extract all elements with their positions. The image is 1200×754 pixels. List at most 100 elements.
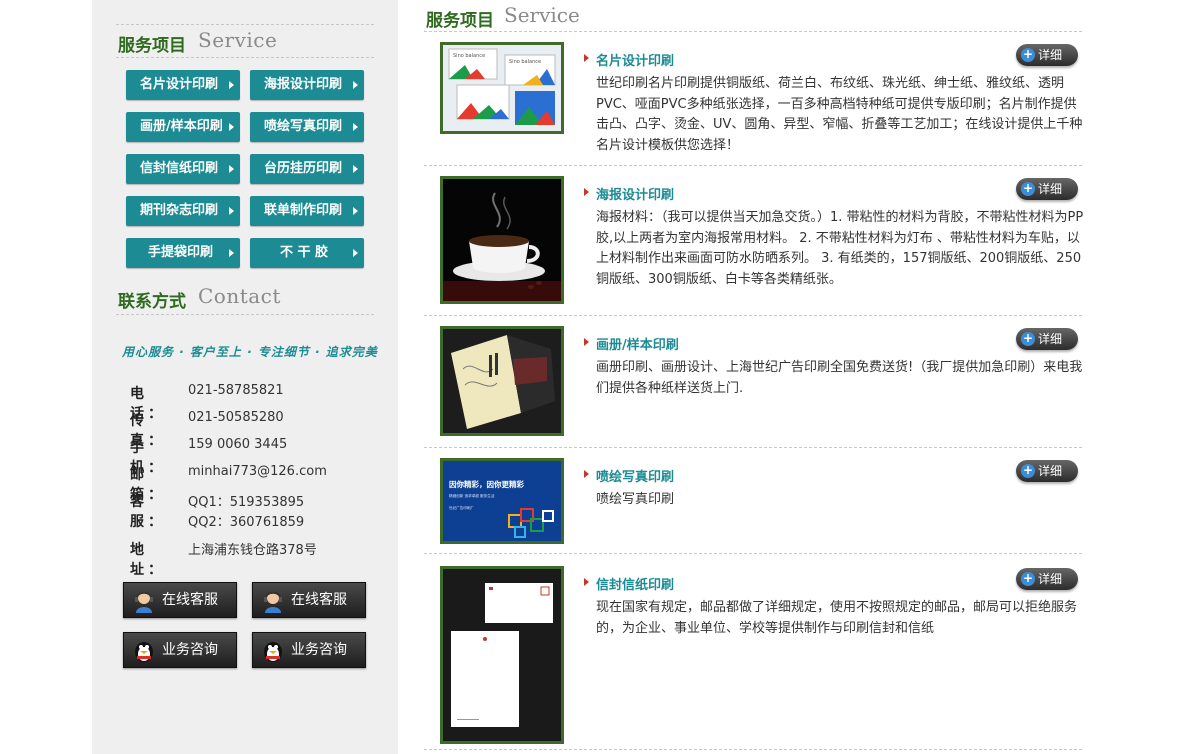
banner-subtext: 精细创新 追求卓越 服务生活	[449, 493, 495, 498]
envelope-thumbnail[interactable]	[440, 566, 564, 744]
plus-icon: +	[1021, 571, 1035, 586]
arrow-right-icon	[353, 207, 358, 215]
item-title[interactable]: 海报设计印刷	[583, 184, 674, 203]
main-content: 服务项目 Service Sino balance Sino balance 名…	[424, 0, 1084, 754]
online-service-button[interactable]: 在线客服	[123, 582, 237, 618]
service-button-label: 海报设计印刷	[264, 77, 343, 92]
inkjet-banner-image: 因你精彩，因你更精彩 精细创新 追求卓越 服务生活 世纪广告印刷厂	[443, 461, 561, 541]
contact-heading: 联系方式 Contact	[116, 281, 374, 315]
contact-label: 客 服：	[130, 494, 166, 530]
qq-penguin-icon	[135, 642, 153, 662]
item-title[interactable]: 画册/样本印刷	[584, 334, 679, 353]
detail-button[interactable]: + 详细	[1016, 178, 1078, 200]
contact-qq2: QQ2：360761859	[188, 515, 305, 530]
customer-service-icon	[135, 591, 153, 613]
service-button-label: 名片设计印刷	[140, 77, 219, 92]
contact-phone: 021-58785821	[188, 383, 284, 398]
business-consult-label: 业务咨询	[291, 642, 347, 658]
arrow-right-icon	[229, 165, 234, 173]
service-button-label: 不 干 胶	[280, 245, 329, 260]
detail-label: 详细	[1038, 332, 1063, 346]
business-card-thumbnail[interactable]: Sino balance Sino balance	[440, 42, 564, 134]
qq-penguin-icon	[264, 642, 282, 662]
service-button-label: 手提袋印刷	[148, 245, 214, 260]
arrow-right-icon	[353, 123, 358, 131]
service-button-forms[interactable]: 联单制作印刷	[250, 196, 364, 226]
arrow-right-icon	[353, 165, 358, 173]
service-item-brochure: 画册/样本印刷 + 详细 画册印刷、画册设计、上海世纪广告印刷全国免费送货!（我厂…	[424, 316, 1082, 448]
page: 服务项目 Service 名片设计印刷 海报设计印刷 画册/样本印刷 喷绘写真印…	[0, 0, 1200, 754]
arrow-right-icon	[353, 81, 358, 89]
slogan: 用心服务 · 客户至上 · 专注细节 · 追求完美	[122, 345, 378, 359]
contact-label: 地 址：	[130, 542, 166, 578]
contact-email[interactable]: minhai773@126.com	[188, 464, 327, 479]
main-heading-en: Service	[504, 3, 580, 27]
service-button-magazine[interactable]: 期刊杂志印刷	[126, 196, 240, 226]
services-heading-en: Service	[198, 28, 278, 52]
detail-label: 详细	[1038, 48, 1063, 62]
service-button-inkjet[interactable]: 喷绘写真印刷	[250, 112, 364, 142]
arrow-right-icon	[353, 249, 358, 257]
banner-subtext: 世纪广告印刷厂	[449, 505, 475, 510]
service-button-label: 喷绘写真印刷	[264, 119, 343, 134]
item-title[interactable]: 信封信纸印刷	[583, 574, 674, 593]
contact-fax: 021-50585280	[188, 410, 284, 425]
contact-mobile: 159 0060 3445	[188, 437, 288, 452]
brochure-image	[443, 329, 561, 433]
brochure-thumbnail[interactable]	[440, 326, 564, 436]
service-button-label: 信封信纸印刷	[140, 161, 219, 176]
banner-text: 因你精彩，因你更精彩	[449, 479, 524, 489]
detail-button[interactable]: + 详细	[1016, 328, 1078, 350]
detail-button[interactable]: + 详细	[1016, 44, 1078, 66]
detail-button[interactable]: + 详细	[1016, 460, 1078, 482]
contact-heading-en: Contact	[198, 284, 281, 308]
arrow-right-icon	[229, 123, 234, 131]
poster-thumbnail[interactable]	[440, 176, 564, 304]
item-description: 现在国家有规定，邮品都做了详细规定，使用不按照规定的邮品，邮局可以拒绝服务的，为…	[596, 600, 1078, 636]
service-item-business-card: Sino balance Sino balance 名片设计印刷 + 详细 世纪印…	[424, 32, 1082, 166]
service-button-handbag[interactable]: 手提袋印刷	[126, 238, 240, 268]
item-title[interactable]: 喷绘写真印刷	[583, 466, 674, 485]
business-consult-button[interactable]: 业务咨询	[123, 632, 237, 668]
online-service-label: 在线客服	[162, 592, 218, 608]
contact-heading-cn: 联系方式	[118, 292, 186, 312]
service-button-label: 台历挂历印刷	[264, 161, 343, 176]
detail-button[interactable]: + 详细	[1016, 568, 1078, 590]
service-button-business-card[interactable]: 名片设计印刷	[126, 70, 240, 100]
service-item-envelope: 信封信纸印刷 + 详细 现在国家有规定，邮品都做了详细规定，使用不按照规定的邮品，…	[424, 554, 1082, 750]
service-button-brochure[interactable]: 画册/样本印刷	[126, 112, 240, 142]
online-service-button[interactable]: 在线客服	[252, 582, 366, 618]
contact-qq1: QQ1：519353895	[188, 495, 305, 510]
envelope-letterhead-image	[443, 569, 561, 741]
item-title[interactable]: 名片设计印刷	[583, 50, 674, 69]
service-button-calendar[interactable]: 台历挂历印刷	[250, 154, 364, 184]
service-button-sticker[interactable]: 不 干 胶	[250, 238, 364, 268]
service-button-poster[interactable]: 海报设计印刷	[250, 70, 364, 100]
service-button-label: 联单制作印刷	[264, 203, 343, 218]
contact-address: 上海浦东钱仓路378号	[188, 543, 317, 558]
card-text: Sino balance	[453, 53, 485, 59]
main-heading: 服务项目 Service	[424, 0, 1082, 32]
main-heading-cn: 服务项目	[426, 11, 494, 31]
arrow-right-icon	[229, 81, 234, 89]
service-item-inkjet: 因你精彩，因你更精彩 精细创新 追求卓越 服务生活 世纪广告印刷厂 喷绘写真印刷…	[424, 448, 1082, 554]
plus-icon: +	[1021, 181, 1035, 196]
sidebar: 服务项目 Service 名片设计印刷 海报设计印刷 画册/样本印刷 喷绘写真印…	[92, 0, 398, 754]
business-consult-label: 业务咨询	[162, 642, 218, 658]
plus-icon: +	[1021, 463, 1035, 478]
arrow-right-icon	[229, 249, 234, 257]
service-button-label: 期刊杂志印刷	[140, 203, 219, 218]
business-consult-button[interactable]: 业务咨询	[252, 632, 366, 668]
services-heading: 服务项目 Service	[116, 24, 374, 58]
services-heading-cn: 服务项目	[118, 36, 186, 56]
service-button-label: 画册/样本印刷	[140, 119, 223, 134]
service-item-poster: 海报设计印刷 + 详细 海报材料：（我可以提供当天加急交货。）1. 带粘性的材料为…	[424, 166, 1083, 316]
item-description: 世纪印刷名片印刷提供铜版纸、荷兰白、布纹纸、珠光纸、绅士纸、雅纹纸、透明PVC、…	[596, 76, 1083, 153]
customer-service-icon	[264, 591, 282, 613]
service-button-envelope[interactable]: 信封信纸印刷	[126, 154, 240, 184]
plus-icon: +	[1021, 331, 1035, 346]
business-card-image: Sino balance Sino balance	[443, 45, 561, 131]
inkjet-thumbnail[interactable]: 因你精彩，因你更精彩 精细创新 追求卓越 服务生活 世纪广告印刷厂	[440, 458, 564, 544]
plus-icon: +	[1021, 47, 1035, 62]
online-service-label: 在线客服	[291, 592, 347, 608]
